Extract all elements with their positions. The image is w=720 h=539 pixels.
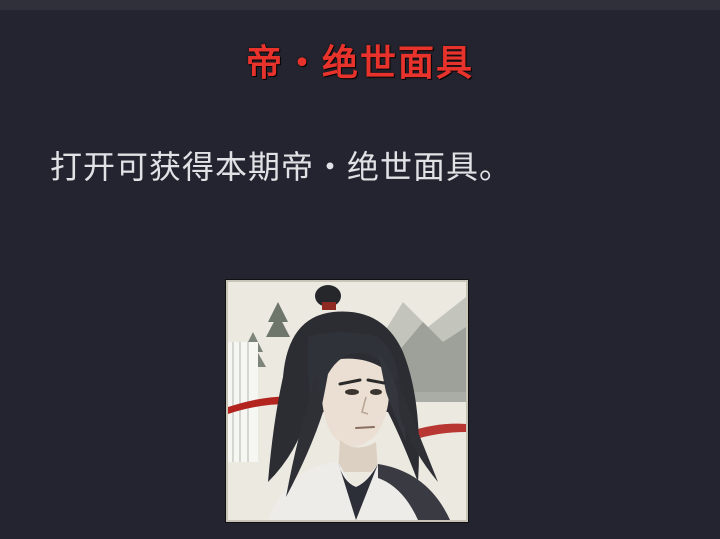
item-description: 打开可获得本期帝・绝世面具。 — [50, 148, 513, 186]
character-portrait-icon — [228, 282, 466, 520]
character-portrait — [226, 280, 468, 522]
item-detail-panel: 帝・绝世面具 打开可获得本期帝・绝世面具。 — [0, 10, 720, 539]
item-title: 帝・绝世面具 — [245, 43, 474, 84]
